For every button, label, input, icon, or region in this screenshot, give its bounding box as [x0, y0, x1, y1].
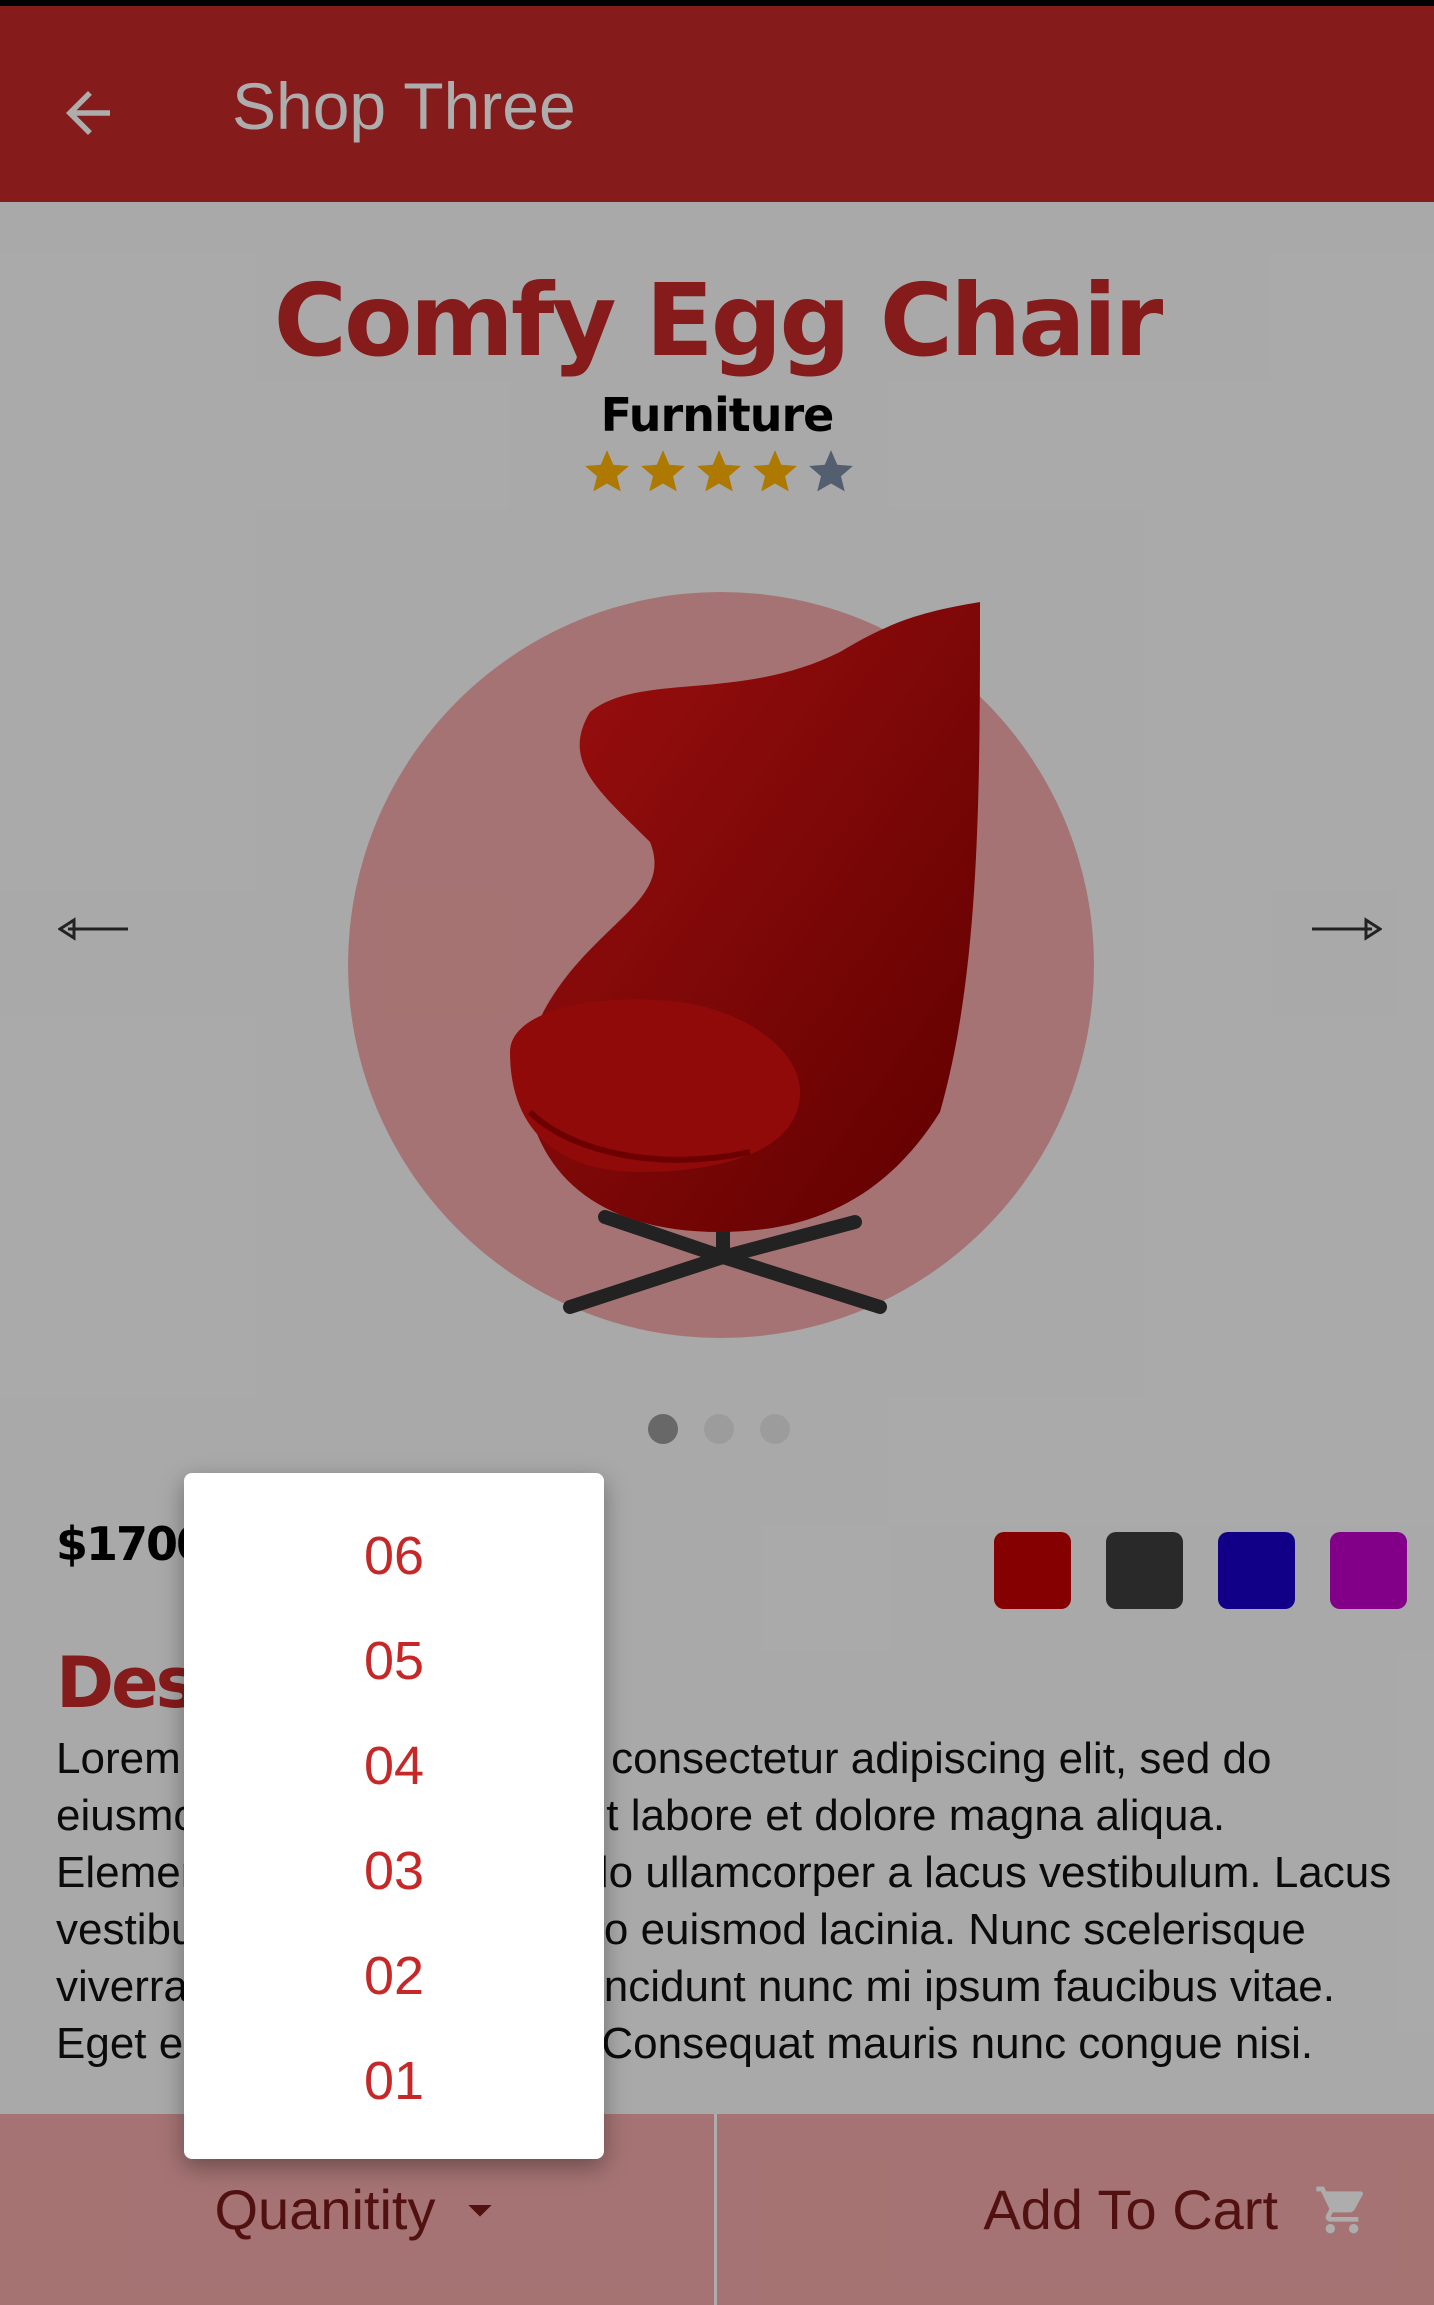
quantity-option[interactable]: 01 — [184, 2028, 604, 2133]
quantity-option[interactable]: 02 — [184, 1923, 604, 2028]
quantity-dropdown-menu: 06 05 04 03 02 01 — [184, 1473, 604, 2159]
quantity-option[interactable]: 06 — [184, 1503, 604, 1608]
quantity-option[interactable]: 04 — [184, 1713, 604, 1818]
quantity-option[interactable]: 05 — [184, 1608, 604, 1713]
quantity-option[interactable]: 03 — [184, 1818, 604, 1923]
